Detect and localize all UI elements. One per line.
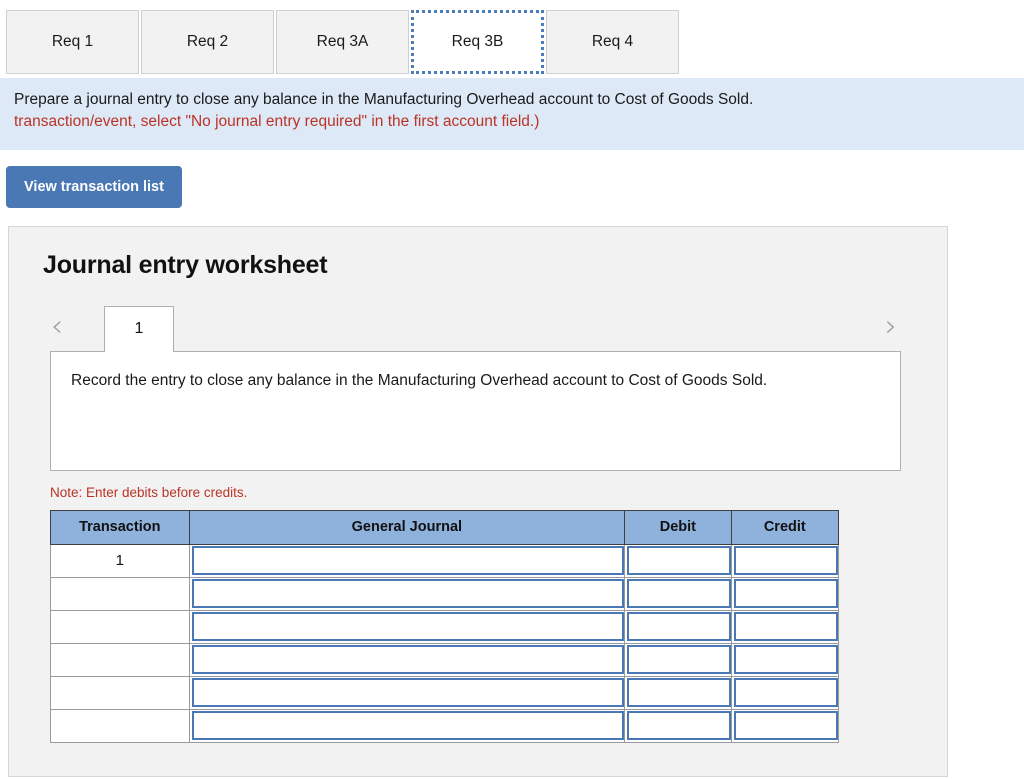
debit-amount-input[interactable] — [627, 546, 731, 576]
debit-amount-input[interactable] — [627, 612, 731, 642]
credit-amount-input[interactable] — [733, 678, 838, 708]
instruction-line-2: transaction/event, select "No journal en… — [14, 113, 540, 131]
table-row — [50, 642, 840, 677]
debit-amount-input[interactable] — [627, 645, 731, 675]
instruction-line-1: Prepare a journal entry to close any bal… — [14, 91, 754, 108]
debits-before-credits-note: Note: Enter debits before credits. — [50, 484, 248, 500]
transaction-number-cell[interactable] — [50, 708, 190, 743]
general-journal-account-input[interactable] — [191, 579, 625, 609]
credit-amount-cell — [730, 675, 840, 710]
table-row — [50, 675, 840, 710]
credit-amount-input[interactable] — [733, 579, 838, 609]
debit-amount-cell — [624, 543, 732, 578]
transaction-number-cell[interactable]: 1 — [50, 543, 190, 578]
general-journal-account-input[interactable] — [191, 678, 625, 708]
general-journal-account-cell — [188, 576, 626, 611]
worksheet-sheet-tab-1[interactable]: 1 — [104, 305, 174, 352]
req-tab-req-1[interactable]: Req 1 — [6, 10, 139, 74]
column-header-credit: Credit — [730, 509, 840, 545]
column-header-debit: Debit — [624, 509, 732, 545]
transaction-number-cell[interactable] — [50, 609, 190, 644]
debit-amount-cell — [624, 708, 732, 743]
table-header-row: Transaction General Journal Debit Credit — [50, 509, 840, 545]
req-tab-req-2[interactable]: Req 2 — [141, 10, 274, 74]
requirement-tab-strip: Req 1 Req 2 Req 3A Req 3B Req 4 — [0, 0, 1024, 78]
general-journal-account-cell — [188, 642, 626, 677]
credit-amount-input[interactable] — [733, 711, 838, 741]
general-journal-account-cell — [188, 708, 626, 743]
debit-amount-input[interactable] — [627, 678, 731, 708]
debit-amount-input[interactable] — [627, 711, 731, 741]
debit-amount-cell — [624, 609, 732, 644]
general-journal-account-input[interactable] — [191, 645, 625, 675]
credit-amount-input[interactable] — [733, 546, 838, 576]
table-row: 1 — [50, 543, 840, 578]
credit-amount-cell — [730, 543, 840, 578]
table-row — [50, 609, 840, 644]
view-transaction-list-button[interactable]: View transaction list — [6, 165, 182, 208]
table-row — [50, 576, 840, 611]
worksheet-pager: ‹ 1 › — [43, 305, 901, 352]
debit-amount-cell — [624, 675, 732, 710]
general-journal-account-cell — [188, 609, 626, 644]
table-row — [50, 708, 840, 743]
column-header-transaction: Transaction — [50, 509, 190, 545]
worksheet-description: Record the entry to close any balance in… — [50, 350, 901, 471]
general-journal-account-input[interactable] — [191, 612, 625, 642]
transaction-number-cell[interactable] — [50, 675, 190, 710]
chevron-left-icon[interactable]: ‹ — [51, 308, 63, 346]
general-journal-account-input[interactable] — [191, 546, 625, 576]
instruction-banner: Prepare a journal entry to close any bal… — [0, 78, 1024, 150]
toolbar: View transaction list — [0, 150, 1024, 208]
general-journal-account-cell — [188, 675, 626, 710]
credit-amount-cell — [730, 576, 840, 611]
general-journal-account-cell — [188, 543, 626, 578]
transaction-number-cell[interactable] — [50, 642, 190, 677]
req-tab-req-4[interactable]: Req 4 — [546, 10, 679, 74]
credit-amount-cell — [730, 708, 840, 743]
credit-amount-input[interactable] — [733, 645, 838, 675]
transaction-number-cell[interactable] — [50, 576, 190, 611]
journal-entry-worksheet-panel: Journal entry worksheet ‹ 1 › Record the… — [8, 225, 948, 777]
debit-amount-cell — [624, 576, 732, 611]
general-journal-account-input[interactable] — [191, 711, 625, 741]
credit-amount-cell — [730, 609, 840, 644]
req-tab-req-3a[interactable]: Req 3A — [276, 10, 409, 74]
debit-amount-cell — [624, 642, 732, 677]
journal-entry-table: Transaction General Journal Debit Credit… — [50, 509, 840, 743]
credit-amount-input[interactable] — [733, 612, 838, 642]
credit-amount-cell — [730, 642, 840, 677]
req-tab-req-3b[interactable]: Req 3B — [411, 10, 544, 74]
chevron-right-icon[interactable]: › — [885, 308, 897, 346]
column-header-general-journal: General Journal — [188, 509, 626, 545]
page-title: Journal entry worksheet — [43, 250, 328, 279]
debit-amount-input[interactable] — [627, 579, 731, 609]
